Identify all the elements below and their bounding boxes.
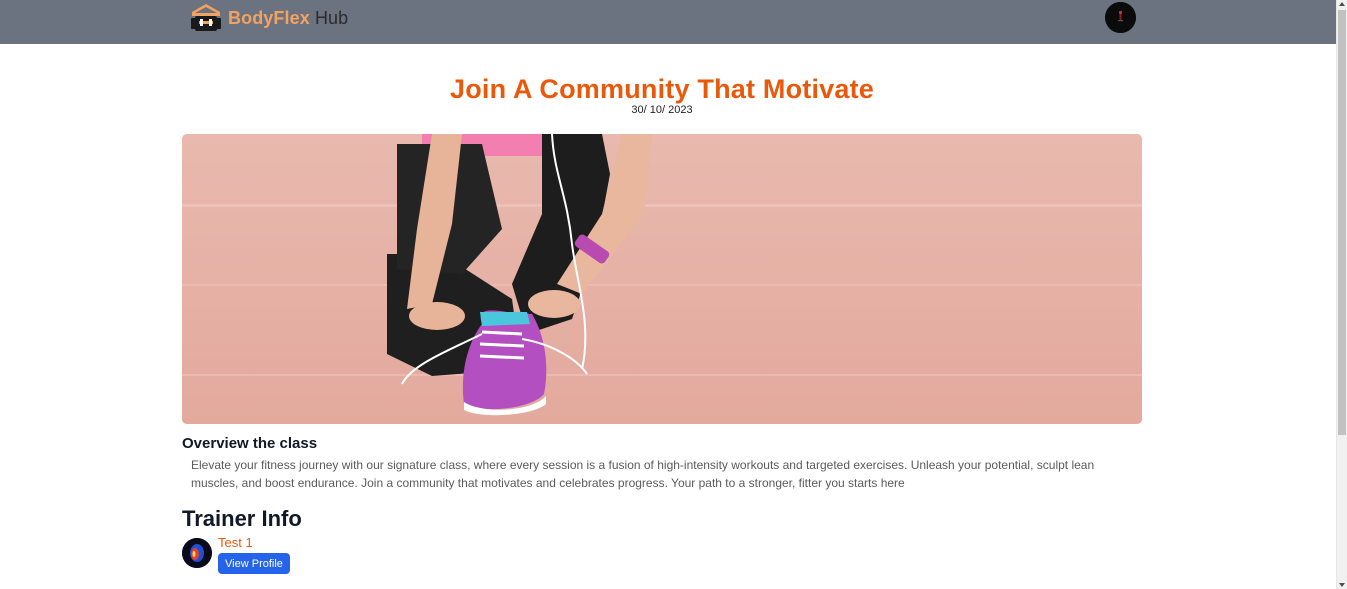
trainer-avatar-icon bbox=[182, 538, 212, 568]
brand-link[interactable]: BodyFlex Hub bbox=[190, 2, 348, 34]
trainer-avatar-figure bbox=[182, 538, 212, 568]
scrollbar-thumb[interactable] bbox=[1338, 10, 1346, 435]
view-profile-button[interactable]: View Profile bbox=[218, 553, 290, 574]
brand-secondary-text: Hub bbox=[314, 7, 349, 28]
trainer-info-heading: Trainer Info bbox=[182, 506, 302, 531]
scroll-up-arrow-icon[interactable] bbox=[1339, 2, 1345, 6]
brand-primary-text: BodyFlex bbox=[228, 7, 310, 28]
woman-tying-shoe-illustration bbox=[182, 134, 1142, 424]
top-navbar: BodyFlex Hub bbox=[0, 0, 1336, 44]
class-date: 30/ 10/ 2023 bbox=[631, 104, 693, 116]
brand-name: BodyFlex Hub bbox=[228, 8, 348, 29]
scroll-down-arrow-icon[interactable] bbox=[1339, 583, 1345, 587]
trainer-name-link[interactable]: Test 1 bbox=[218, 535, 253, 550]
user-avatar-icon[interactable] bbox=[1105, 2, 1136, 33]
page-title: Join A Community That Motivate bbox=[449, 74, 874, 104]
overview-description: Elevate your fitness journey with our si… bbox=[191, 458, 1095, 490]
dumbbell-house-logo-icon bbox=[191, 4, 221, 31]
user-avatar-figure bbox=[1105, 2, 1136, 33]
overview-heading: Overview the class bbox=[182, 435, 318, 452]
page-scrollbar[interactable] bbox=[1336, 0, 1347, 589]
hero-image bbox=[182, 134, 1142, 424]
